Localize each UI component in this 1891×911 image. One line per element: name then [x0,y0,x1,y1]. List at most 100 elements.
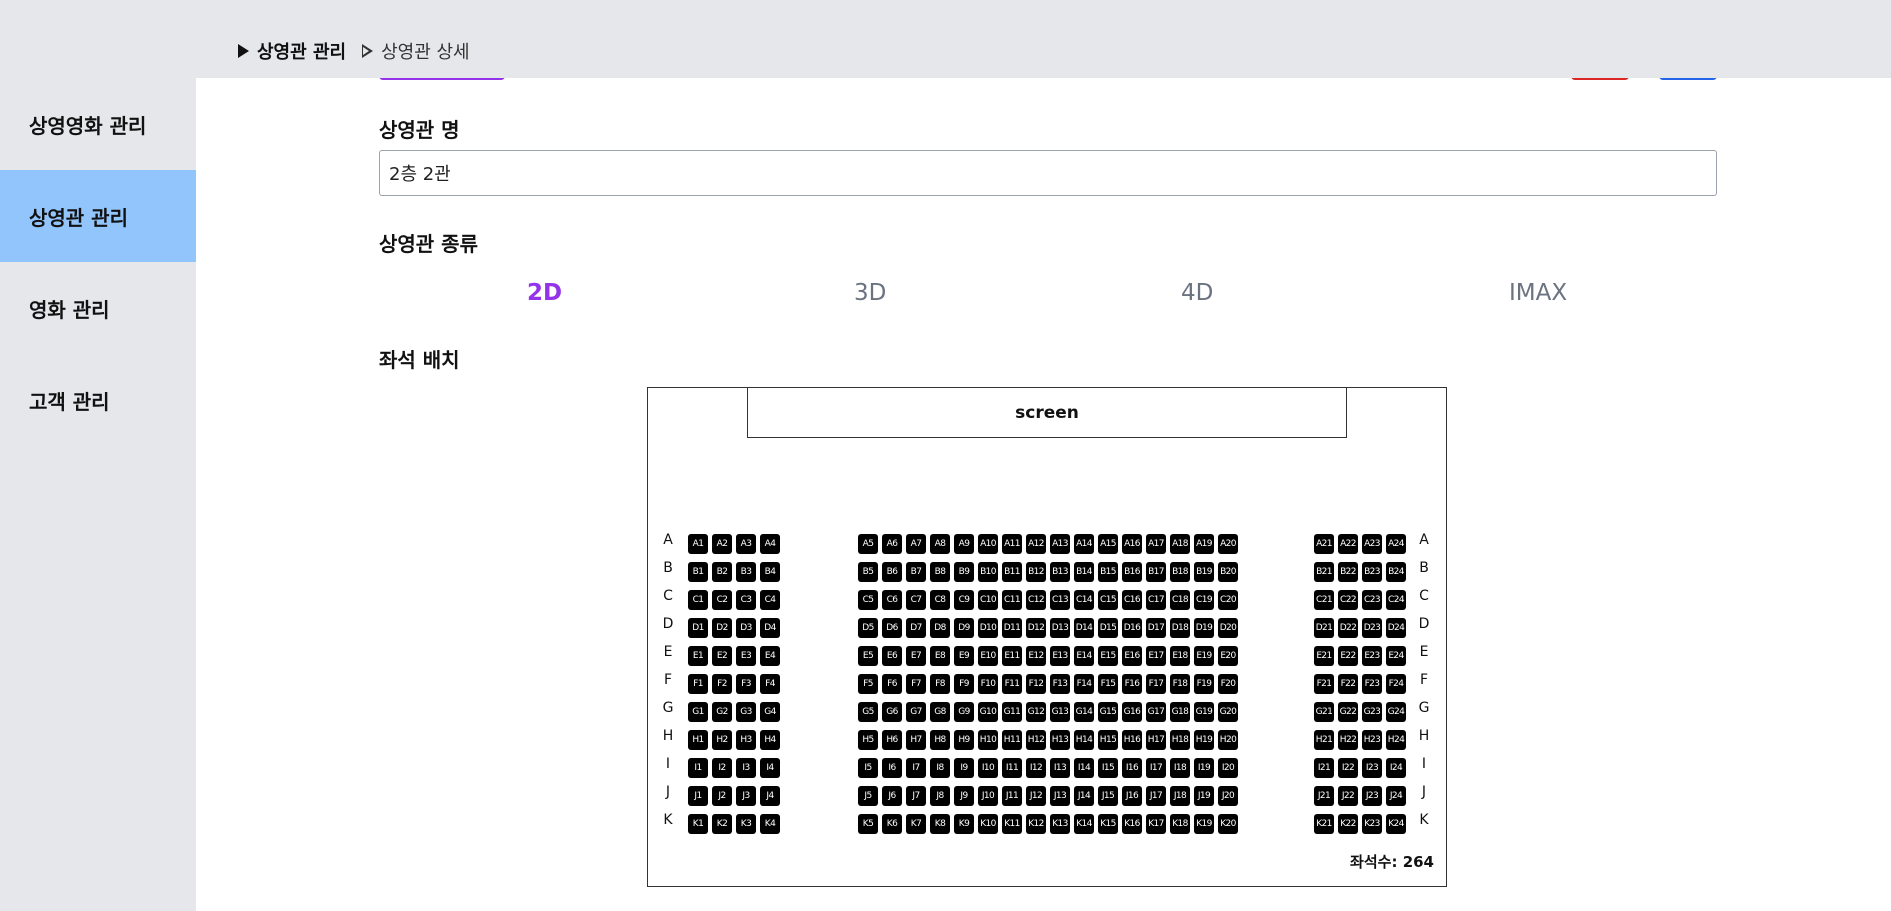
seat-D22[interactable]: D22 [1338,618,1358,638]
seat-E14[interactable]: E14 [1074,646,1094,666]
seat-G5[interactable]: G5 [858,702,878,722]
seat-F11[interactable]: F11 [1002,674,1022,694]
seat-G8[interactable]: G8 [930,702,950,722]
seat-A16[interactable]: A16 [1122,534,1142,554]
seat-K4[interactable]: K4 [760,814,780,834]
sidebar-item-customers[interactable]: 고객 관리 [0,354,196,446]
seat-G9[interactable]: G9 [954,702,974,722]
seat-J1[interactable]: J1 [688,786,708,806]
seat-I7[interactable]: I7 [906,758,926,778]
seat-D19[interactable]: D19 [1194,618,1214,638]
seat-K10[interactable]: K10 [978,814,998,834]
seat-J7[interactable]: J7 [906,786,926,806]
seat-A17[interactable]: A17 [1146,534,1166,554]
seat-G18[interactable]: G18 [1170,702,1190,722]
seat-A9[interactable]: A9 [954,534,974,554]
seat-H2[interactable]: H2 [712,730,732,750]
seat-B19[interactable]: B19 [1194,562,1214,582]
seat-A14[interactable]: A14 [1074,534,1094,554]
seat-F7[interactable]: F7 [906,674,926,694]
seat-I10[interactable]: I10 [978,758,998,778]
seat-K7[interactable]: K7 [906,814,926,834]
seat-H19[interactable]: H19 [1194,730,1214,750]
seat-B16[interactable]: B16 [1122,562,1142,582]
seat-F13[interactable]: F13 [1050,674,1070,694]
seat-H11[interactable]: H11 [1002,730,1022,750]
seat-A1[interactable]: A1 [688,534,708,554]
seat-H5[interactable]: H5 [858,730,878,750]
seat-J6[interactable]: J6 [882,786,902,806]
seat-I13[interactable]: I13 [1050,758,1070,778]
seat-F8[interactable]: F8 [930,674,950,694]
seat-G2[interactable]: G2 [712,702,732,722]
seat-E10[interactable]: E10 [978,646,998,666]
seat-J8[interactable]: J8 [930,786,950,806]
seat-E22[interactable]: E22 [1338,646,1358,666]
seat-A12[interactable]: A12 [1026,534,1046,554]
seat-H13[interactable]: H13 [1050,730,1070,750]
seat-E7[interactable]: E7 [906,646,926,666]
seat-F9[interactable]: F9 [954,674,974,694]
type-option-4d[interactable]: 4D [1181,280,1213,306]
seat-H21[interactable]: H21 [1314,730,1334,750]
seat-G10[interactable]: G10 [978,702,998,722]
seat-B9[interactable]: B9 [954,562,974,582]
seat-I21[interactable]: I21 [1314,758,1334,778]
seat-B11[interactable]: B11 [1002,562,1022,582]
seat-I12[interactable]: I12 [1026,758,1046,778]
seat-G15[interactable]: G15 [1098,702,1118,722]
seat-I15[interactable]: I15 [1098,758,1118,778]
seat-G19[interactable]: G19 [1194,702,1214,722]
seat-I22[interactable]: I22 [1338,758,1358,778]
seat-G13[interactable]: G13 [1050,702,1070,722]
seat-K12[interactable]: K12 [1026,814,1046,834]
seat-F2[interactable]: F2 [712,674,732,694]
seat-F1[interactable]: F1 [688,674,708,694]
seat-J16[interactable]: J16 [1122,786,1142,806]
seat-C5[interactable]: C5 [858,590,878,610]
seat-A8[interactable]: A8 [930,534,950,554]
seat-H14[interactable]: H14 [1074,730,1094,750]
seat-E11[interactable]: E11 [1002,646,1022,666]
seat-I8[interactable]: I8 [930,758,950,778]
seat-B14[interactable]: B14 [1074,562,1094,582]
seat-K17[interactable]: K17 [1146,814,1166,834]
seat-H7[interactable]: H7 [906,730,926,750]
seat-D1[interactable]: D1 [688,618,708,638]
seat-C1[interactable]: C1 [688,590,708,610]
seat-D2[interactable]: D2 [712,618,732,638]
seat-D11[interactable]: D11 [1002,618,1022,638]
seat-C23[interactable]: C23 [1362,590,1382,610]
seat-B5[interactable]: B5 [858,562,878,582]
seat-E9[interactable]: E9 [954,646,974,666]
seat-F6[interactable]: F6 [882,674,902,694]
seat-B24[interactable]: B24 [1386,562,1406,582]
seat-E20[interactable]: E20 [1218,646,1238,666]
seat-E12[interactable]: E12 [1026,646,1046,666]
seat-D12[interactable]: D12 [1026,618,1046,638]
seat-D24[interactable]: D24 [1386,618,1406,638]
seat-D6[interactable]: D6 [882,618,902,638]
seat-K13[interactable]: K13 [1050,814,1070,834]
seat-K14[interactable]: K14 [1074,814,1094,834]
breadcrumb-current[interactable]: 상영관 관리 [238,38,346,64]
seat-I1[interactable]: I1 [688,758,708,778]
seat-I3[interactable]: I3 [736,758,756,778]
seat-I6[interactable]: I6 [882,758,902,778]
seat-B1[interactable]: B1 [688,562,708,582]
seat-I18[interactable]: I18 [1170,758,1190,778]
seat-J19[interactable]: J19 [1194,786,1214,806]
seat-B22[interactable]: B22 [1338,562,1358,582]
seat-D8[interactable]: D8 [930,618,950,638]
seat-D18[interactable]: D18 [1170,618,1190,638]
seat-A7[interactable]: A7 [906,534,926,554]
seat-K24[interactable]: K24 [1386,814,1406,834]
seat-F20[interactable]: F20 [1218,674,1238,694]
theater-name-input[interactable] [379,150,1717,196]
seat-H22[interactable]: H22 [1338,730,1358,750]
seat-C22[interactable]: C22 [1338,590,1358,610]
seat-I4[interactable]: I4 [760,758,780,778]
seat-G17[interactable]: G17 [1146,702,1166,722]
seat-H17[interactable]: H17 [1146,730,1166,750]
seat-K22[interactable]: K22 [1338,814,1358,834]
